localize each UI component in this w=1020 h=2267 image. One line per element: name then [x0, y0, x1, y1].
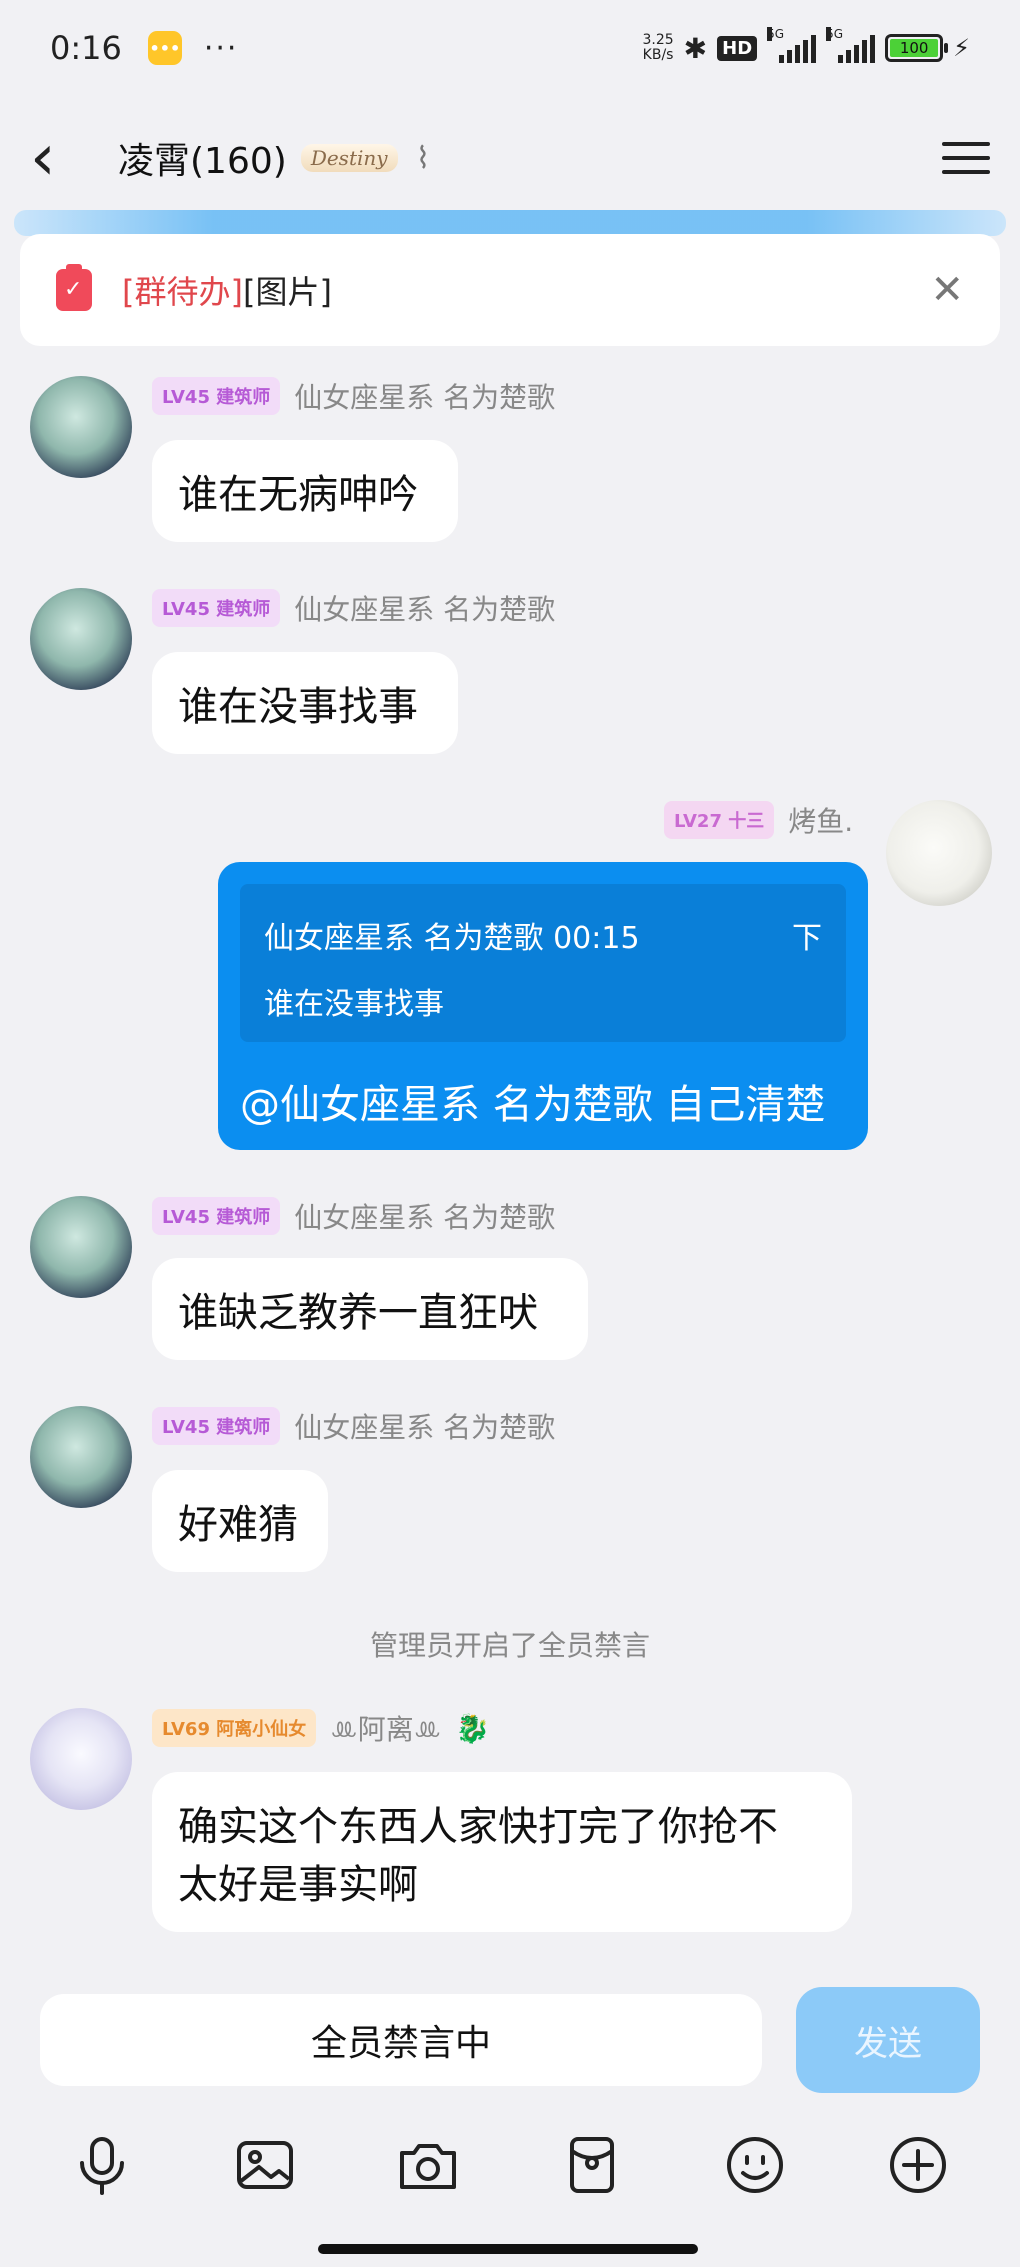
level-badge: LV45 建筑师	[152, 377, 281, 415]
hd-voice-badge: HD	[717, 35, 758, 61]
red-packet-icon[interactable]	[557, 2130, 627, 2200]
group-todo-banner[interactable]: [群待办] [图片] ✕	[20, 234, 1000, 346]
camera-icon[interactable]	[393, 2130, 463, 2200]
menu-icon[interactable]	[942, 142, 990, 174]
sender-name[interactable]: 烤鱼.	[788, 800, 853, 840]
level-badge: LV45 建筑师	[152, 1197, 281, 1235]
my-message-text: @仙女座星系 名为楚歌 自己清楚	[240, 1082, 826, 1128]
message-bubble[interactable]: 好难猜	[152, 1470, 328, 1572]
todo-content: [图片]	[242, 273, 332, 311]
sender-row: LV45 建筑师 仙女座星系 名为楚歌	[152, 1196, 555, 1236]
quote-header: 仙女座星系 名为楚歌 00:15	[264, 921, 640, 956]
input-bar: 全员禁言中 发送	[0, 1980, 1020, 2100]
my-message-bubble[interactable]: 仙女座星系 名为楚歌 00:15 下 谁在没事找事 @仙女座星系 名为楚歌 自己…	[218, 862, 868, 1150]
sender-name[interactable]: ꔛ阿离ꔛ	[330, 1708, 441, 1748]
group-badge-logo: Destiny	[300, 144, 398, 172]
group-title: 凌霄(160)	[118, 141, 287, 182]
emoji-icon[interactable]	[720, 2130, 790, 2200]
avatar[interactable]	[30, 1708, 132, 1810]
ear-icon[interactable]: ⌇	[416, 141, 431, 176]
charging-icon: ⚡	[953, 34, 970, 62]
plus-icon[interactable]	[883, 2130, 953, 2200]
message-line: 太好是事实啊	[178, 1862, 418, 1908]
sender-row: LV45 建筑师 仙女座星系 名为楚歌	[152, 376, 555, 416]
level-badge: LV45 建筑师	[152, 589, 281, 627]
more-notifications-icon: ···	[203, 30, 239, 66]
signal-2-icon: 5G	[826, 27, 876, 63]
avatar[interactable]	[30, 376, 132, 478]
chat-header: ‹ 凌霄(160) Destiny ⌇	[0, 96, 1020, 220]
microphone-icon[interactable]	[67, 2130, 137, 2200]
status-time: 0:16	[50, 29, 122, 67]
send-button[interactable]: 发送	[796, 1987, 980, 2093]
system-note: 管理员开启了全员禁言	[369, 1629, 650, 1662]
avatar[interactable]	[30, 1196, 132, 1298]
sender-name[interactable]: 仙女座星系 名为楚歌	[294, 1196, 555, 1236]
sender-name[interactable]: 仙女座星系 名为楚歌	[294, 1406, 555, 1446]
message-bubble[interactable]: 谁在没事找事	[152, 652, 458, 754]
quote-jump-icon[interactable]: 下	[792, 906, 822, 972]
message-line: 确实这个东西人家快打完了你抢不	[178, 1804, 778, 1850]
home-indicator[interactable]	[318, 2244, 698, 2254]
battery-icon: 100	[885, 34, 949, 62]
bluetooth-icon: ✱	[683, 31, 708, 65]
header-glow	[14, 210, 1006, 236]
dragon-emoji-icon: 🐉	[455, 1711, 491, 1745]
status-bar: 0:16 ••• ··· 3.25 KB/s ✱ HD 5G 5G 100 ⚡	[0, 0, 1020, 96]
message-bubble[interactable]: 确实这个东西人家快打完了你抢不 太好是事实啊	[152, 1772, 852, 1932]
message-bubble[interactable]: 谁缺乏教养一直狂吠	[152, 1258, 588, 1360]
avatar[interactable]	[30, 1406, 132, 1508]
level-badge: LV27 十三	[664, 801, 775, 839]
back-arrow-icon[interactable]: ‹	[30, 126, 100, 190]
sender-row: LV45 建筑师 仙女座星系 名为楚歌	[152, 1406, 555, 1446]
level-badge: LV45 建筑师	[152, 1407, 281, 1445]
image-icon[interactable]	[230, 2130, 300, 2200]
message-bubble[interactable]: 谁在无病呻吟	[152, 440, 458, 542]
level-badge: LV69 阿离小仙女	[152, 1709, 317, 1747]
sender-row: LV45 建筑师 仙女座星系 名为楚歌	[152, 588, 555, 628]
quoted-message[interactable]: 仙女座星系 名为楚歌 00:15 下 谁在没事找事	[240, 884, 846, 1042]
chat-app-notification-icon: •••	[147, 31, 182, 65]
quote-text: 谁在没事找事	[264, 987, 444, 1022]
close-icon[interactable]: ✕	[930, 267, 964, 313]
my-avatar[interactable]	[886, 800, 992, 906]
sender-row: LV69 阿离小仙女 ꔛ阿离ꔛ 🐉	[152, 1708, 490, 1748]
input-toolbar	[0, 2110, 1020, 2220]
clipboard-icon	[56, 264, 92, 311]
net-speed: 3.25 KB/s	[642, 32, 674, 63]
signal-1-icon: 5G	[767, 27, 817, 63]
todo-tag: [群待办]	[122, 273, 243, 311]
my-sender-row: LV27 十三 烤鱼.	[664, 800, 853, 840]
sender-name[interactable]: 仙女座星系 名为楚歌	[294, 376, 555, 416]
message-input[interactable]: 全员禁言中	[40, 1994, 762, 2086]
sender-name[interactable]: 仙女座星系 名为楚歌	[294, 588, 555, 628]
avatar[interactable]	[30, 588, 132, 690]
